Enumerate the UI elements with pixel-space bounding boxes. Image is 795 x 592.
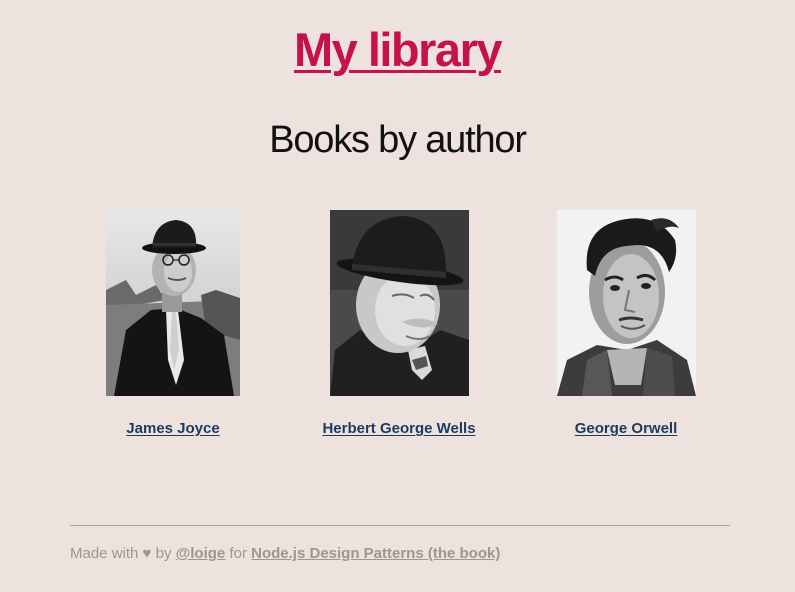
james-joyce-portrait bbox=[106, 210, 240, 396]
footer-book-link[interactable]: Node.js Design Patterns (the book) bbox=[251, 545, 500, 562]
heart-icon: ♥ bbox=[142, 545, 152, 562]
footer-by: by bbox=[155, 545, 172, 562]
page-heading: Books by author bbox=[269, 119, 527, 161]
author-link-james-joyce[interactable]: James Joyce bbox=[73, 420, 273, 437]
george-orwell-portrait bbox=[557, 210, 696, 396]
author-link-herbert-george-wells[interactable]: Herbert George Wells bbox=[299, 420, 499, 437]
page: My library Books by author James Joyce H… bbox=[0, 0, 795, 592]
portrait-photo-icon[interactable] bbox=[330, 210, 469, 396]
portrait-photo-icon[interactable] bbox=[557, 210, 696, 396]
footer-divider bbox=[70, 525, 730, 526]
hg-wells-portrait bbox=[330, 210, 469, 396]
portrait-photo-icon[interactable] bbox=[106, 210, 240, 396]
footer-author-link[interactable]: @loige bbox=[176, 545, 226, 562]
site-title: My library bbox=[0, 22, 795, 78]
footer-for: for bbox=[229, 545, 247, 562]
footer: Made with ♥ by @loige for Node.js Design… bbox=[70, 545, 500, 562]
author-link-george-orwell[interactable]: George Orwell bbox=[526, 420, 726, 437]
footer-made-with: Made with bbox=[70, 545, 139, 562]
home-link[interactable]: My library bbox=[294, 23, 503, 76]
